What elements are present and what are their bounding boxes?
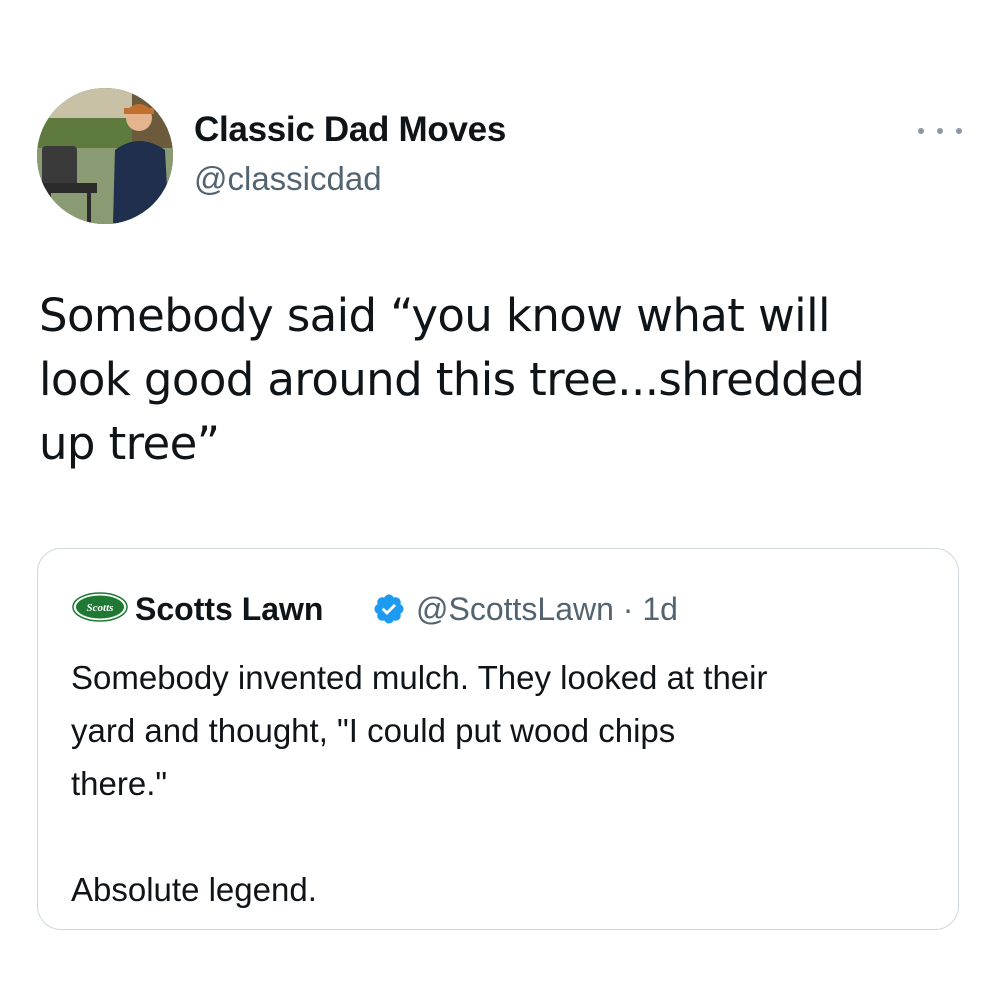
tweet-text: Somebody said “you know what will look g… xyxy=(39,289,865,470)
scotts-logo-text: Scotts xyxy=(87,602,114,614)
author-display-name[interactable]: Classic Dad Moves xyxy=(194,108,506,152)
quoted-tweet-text: Somebody invented mulch. They looked at … xyxy=(71,659,768,908)
quoted-author-display-name[interactable]: Scotts Lawn xyxy=(135,589,323,629)
tweet-card: Classic Dad Moves @classicdad Somebody s… xyxy=(0,0,1000,1000)
ellipsis-dot xyxy=(937,128,943,134)
verified-badge-icon xyxy=(372,592,406,626)
scotts-logo: Scotts xyxy=(72,592,128,622)
author-handle[interactable]: @classicdad xyxy=(194,158,382,200)
quoted-author-handle-time[interactable]: @ScottsLawn · 1d xyxy=(416,589,678,629)
avatar-photo xyxy=(37,88,173,224)
quoted-tweet[interactable]: Scotts Scotts Lawn @ScottsLawn · 1d Some… xyxy=(37,548,959,930)
author-avatar[interactable] xyxy=(37,88,173,224)
ellipsis-dot xyxy=(956,128,962,134)
ellipsis-dot xyxy=(918,128,924,134)
ellipsis-icon[interactable] xyxy=(918,116,962,146)
